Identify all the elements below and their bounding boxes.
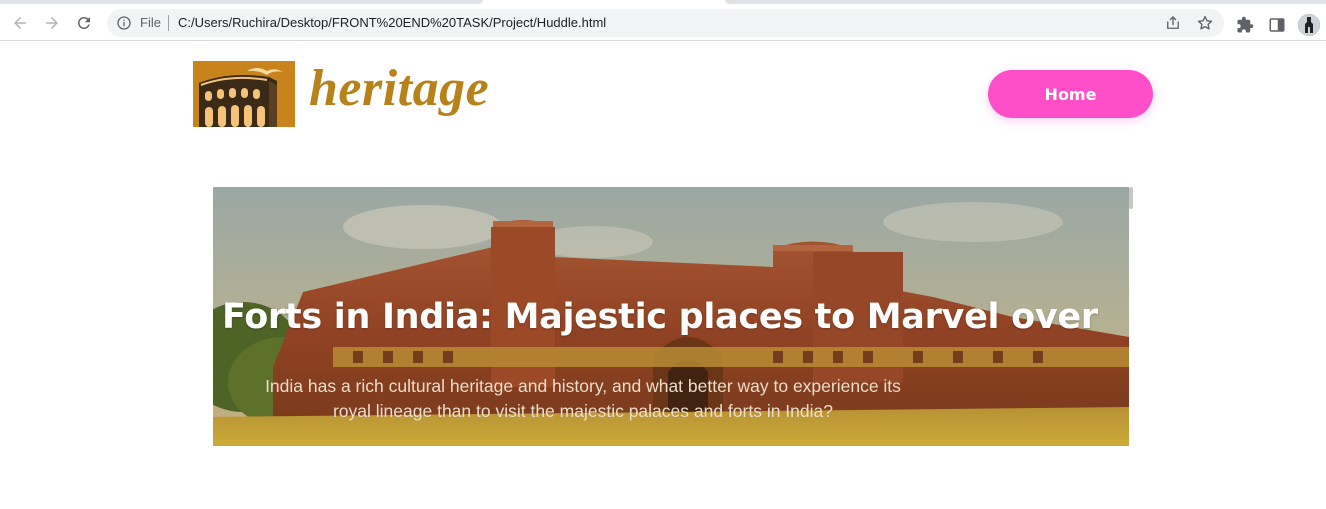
colosseum-logo-icon[interactable] bbox=[193, 61, 295, 127]
hero-subtitle: India has a rich cultural heritage and h… bbox=[265, 376, 901, 421]
address-bar[interactable]: File C:/Users/Ruchira/Desktop/FRONT%20EN… bbox=[107, 9, 1224, 37]
star-icon[interactable] bbox=[1196, 14, 1214, 32]
side-panel-icon[interactable] bbox=[1268, 16, 1286, 34]
reload-icon[interactable] bbox=[72, 11, 96, 35]
scrollbar-thumb[interactable] bbox=[1129, 187, 1133, 209]
logo-wordmark[interactable]: heritage bbox=[309, 59, 489, 119]
hero-title: Forts in India: Majestic places to Marve… bbox=[222, 297, 1098, 337]
browser-toolbar: File C:/Users/Ruchira/Desktop/FRONT%20EN… bbox=[0, 4, 1326, 41]
site-header: heritage Home bbox=[0, 41, 1326, 151]
share-icon[interactable] bbox=[1164, 14, 1182, 32]
hero-banner: Forts in India: Majestic places to Marve… bbox=[213, 187, 1129, 446]
forward-arrow-icon[interactable] bbox=[40, 11, 64, 35]
home-button[interactable]: Home bbox=[988, 70, 1153, 118]
back-arrow-icon[interactable] bbox=[8, 11, 32, 35]
url-text[interactable]: C:/Users/Ruchira/Desktop/FRONT%20END%20T… bbox=[178, 15, 606, 30]
extensions-icon[interactable] bbox=[1236, 16, 1254, 34]
info-icon[interactable] bbox=[116, 15, 132, 31]
omnibox-divider bbox=[168, 15, 169, 31]
scheme-label: File bbox=[140, 15, 161, 30]
profile-avatar[interactable] bbox=[1298, 14, 1320, 36]
